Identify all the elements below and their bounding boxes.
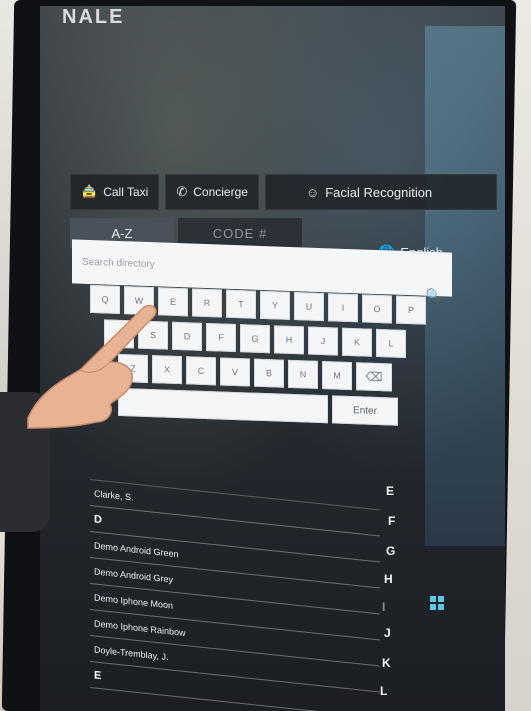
key-f[interactable]: F <box>206 322 236 353</box>
key-d[interactable]: D <box>172 321 202 351</box>
alphabet-letter-e[interactable]: E <box>386 484 394 498</box>
key-h[interactable]: H <box>274 325 304 355</box>
face-icon: ☺ <box>305 184 320 200</box>
pointing-hand <box>27 304 157 429</box>
enter-key[interactable]: Enter <box>332 395 398 426</box>
key-k[interactable]: K <box>342 327 372 357</box>
facial-recognition-label: Facial Recognition <box>325 184 433 200</box>
action-bar: 🚖 Call Taxi ✆ Concierge ☺ Facial Recogni… <box>70 174 497 212</box>
alphabet-letter-k[interactable]: K <box>382 656 391 670</box>
key-m[interactable]: M <box>322 361 352 391</box>
key-o[interactable]: O <box>362 294 392 324</box>
key-p[interactable]: P <box>396 295 426 325</box>
key-y[interactable]: Y <box>260 290 290 320</box>
concierge-label: Concierge <box>193 185 248 199</box>
windows-icon[interactable] <box>430 596 444 610</box>
phone-icon: ✆ <box>176 184 188 199</box>
alphabet-index: E F GHIJ KL <box>380 484 410 711</box>
search-icon[interactable]: 🔍 <box>426 288 442 304</box>
key-l[interactable]: L <box>376 328 406 358</box>
alphabet-letter-h[interactable]: H <box>384 572 393 586</box>
directory-list: Clarke, S. D Demo Android Green Demo Androi… <box>90 454 380 711</box>
backspace-key[interactable]: ⌫ <box>356 362 392 392</box>
search-input[interactable] <box>82 256 422 280</box>
concierge-button[interactable]: ✆ Concierge <box>165 174 259 210</box>
alphabet-letter-f[interactable]: F <box>388 514 395 528</box>
call-taxi-label: Call Taxi <box>103 185 149 199</box>
key-t[interactable]: T <box>226 289 256 319</box>
key-i[interactable]: I <box>328 293 358 323</box>
brand-logo: NALE <box>62 6 125 28</box>
key-j[interactable]: J <box>308 326 338 356</box>
alphabet-letter-j[interactable]: J <box>384 626 391 640</box>
taxi-icon: 🚖 <box>81 184 98 199</box>
alphabet-letter-l[interactable]: L <box>380 684 387 698</box>
key-c[interactable]: C <box>186 356 216 386</box>
alphabet-letter-g[interactable]: G <box>386 544 395 558</box>
key-b[interactable]: B <box>254 358 284 388</box>
key-v[interactable]: V <box>220 357 250 387</box>
alphabet-letter-i[interactable]: I <box>382 600 385 614</box>
key-u[interactable]: U <box>294 292 324 322</box>
key-r[interactable]: R <box>192 288 222 318</box>
key-n[interactable]: N <box>288 359 318 389</box>
call-taxi-button[interactable]: 🚖 Call Taxi <box>70 174 160 210</box>
facial-recognition-button[interactable]: ☺ Facial Recognition <box>264 174 497 210</box>
key-g[interactable]: G <box>240 324 270 354</box>
